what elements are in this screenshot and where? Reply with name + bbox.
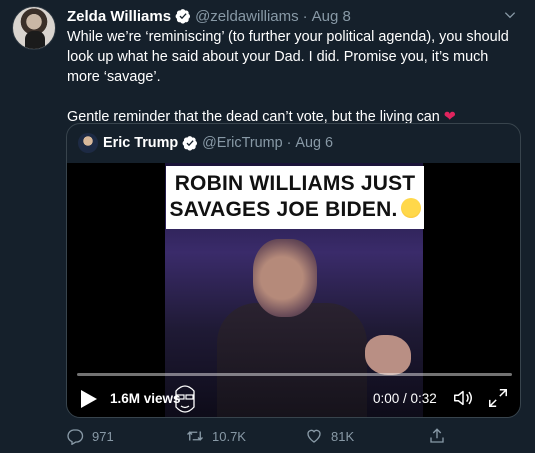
- video-player[interactable]: ROBIN WILLIAMS JUST SAVAGES JOE BIDEN. 1…: [67, 163, 520, 417]
- reply-count: 971: [92, 428, 114, 444]
- quoted-tweet[interactable]: Eric Trump @EricTrump · Aug 6 ROBIN WILL…: [66, 123, 521, 418]
- heart-icon: [307, 429, 321, 443]
- video-caption-line-1: ROBIN WILLIAMS JUST: [174, 172, 416, 195]
- volume-icon[interactable]: [452, 387, 474, 409]
- quoted-author-avatar: [78, 133, 98, 153]
- retweet-count: 10.7K: [212, 428, 246, 444]
- author-avatar[interactable]: [12, 6, 56, 50]
- author-handle[interactable]: @zeldawilliams: [195, 8, 299, 25]
- tweet[interactable]: Zelda Williams @zeldawilliams · Aug 8 Wh…: [0, 0, 535, 453]
- like-count: 81K: [331, 428, 355, 444]
- tweet-date[interactable]: Aug 8: [312, 8, 351, 25]
- video-progress-bar[interactable]: [77, 373, 512, 376]
- video-caption-line-2: SAVAGES JOE BIDEN.: [169, 198, 398, 221]
- laughing-emoji-icon: [400, 198, 421, 218]
- like-button[interactable]: 81K: [305, 425, 354, 447]
- tweet-actions: 971 10.7K 81K: [0, 425, 535, 449]
- retweet-icon: [187, 431, 203, 441]
- separator-dot: ·: [302, 7, 308, 25]
- separator-dot: ·: [286, 135, 292, 151]
- reply-icon: [67, 429, 84, 445]
- video-controls: 1.6M views 0:00 / 0:32: [67, 381, 520, 417]
- quoted-tweet-date: Aug 6: [295, 135, 334, 151]
- tweet-text-paragraph-1: While we’re ‘reminiscing’ (to further yo…: [67, 29, 513, 85]
- quoted-author-name: Eric Trump: [103, 135, 179, 151]
- retweet-button[interactable]: 10.7K: [186, 425, 246, 447]
- play-icon[interactable]: [80, 389, 98, 409]
- tweet-header: Zelda Williams @zeldawilliams · Aug 8: [67, 7, 351, 25]
- video-time: 0:00 / 0:32: [373, 391, 437, 406]
- share-icon: [430, 428, 444, 443]
- watermark-face-icon: [175, 385, 195, 413]
- quoted-author-handle: @EricTrump: [202, 135, 283, 151]
- verified-badge-icon: [175, 9, 191, 24]
- quoted-tweet-header: Eric Trump @EricTrump · Aug 6: [78, 133, 333, 153]
- reply-button[interactable]: 971: [66, 425, 114, 447]
- fullscreen-icon[interactable]: [487, 387, 509, 409]
- chevron-down-icon[interactable]: [503, 8, 517, 22]
- share-button[interactable]: [428, 425, 454, 447]
- tweet-text: While we’re ‘reminiscing’ (to further yo…: [67, 27, 517, 127]
- verified-badge-icon: [182, 136, 198, 151]
- author-name[interactable]: Zelda Williams: [67, 8, 171, 25]
- video-caption: ROBIN WILLIAMS JUST SAVAGES JOE BIDEN.: [166, 166, 424, 229]
